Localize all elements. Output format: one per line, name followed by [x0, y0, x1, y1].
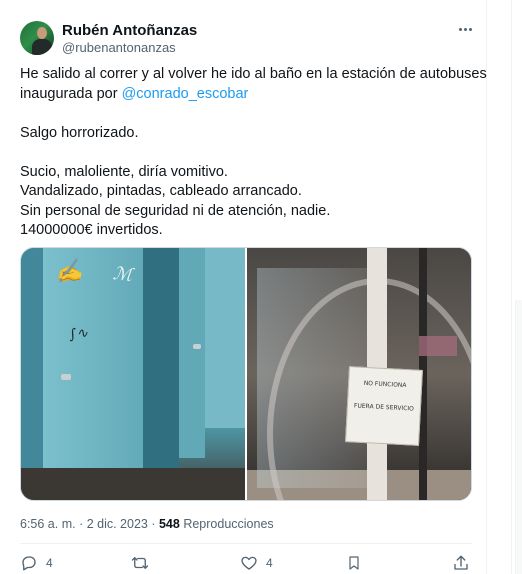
share-button[interactable] [452, 552, 470, 574]
tweet-date[interactable]: 2 dic. 2023 [87, 517, 148, 531]
bookmark-icon [349, 556, 359, 570]
more-dot-icon [458, 27, 462, 31]
author-name[interactable]: Rubén Antoñanzas [62, 22, 197, 40]
divider [20, 543, 472, 544]
media-grid: ✍ ℳ ∫∿ NO FUNCIONA FUERA DE SERVICIO [20, 247, 472, 501]
more-options-button[interactable] [452, 18, 478, 40]
share-icon [454, 555, 468, 570]
graffiti-mark: ℳ [111, 263, 134, 286]
sign-line: FUERA DE SERVICIO [353, 402, 415, 413]
like-count: 4 [266, 556, 273, 570]
revolving-door-photo[interactable]: NO FUNCIONA FUERA DE SERVICIO [247, 248, 471, 500]
tweet-line-prefix: inaugurada por [20, 85, 122, 102]
tweet-line: inaugurada por @conrado_escobar [20, 85, 480, 105]
tweet-time[interactable]: 6:56 a. m. [20, 517, 76, 531]
graffiti-mark: ∫∿ [68, 325, 89, 343]
heart-icon [241, 556, 257, 570]
reply-icon [22, 556, 36, 571]
tweet-card[interactable]: Rubén Antoñanzas @rubenantonanzas He sal… [0, 0, 487, 574]
tweet-line: He salido al correr y al volver he ido a… [20, 66, 487, 82]
meta-separator: · [75, 517, 87, 531]
tweet-text: He salido al correr y al volver he ido a… [20, 65, 487, 241]
retweet-icon [131, 557, 149, 569]
sign-line: NO FUNCIONA [363, 379, 407, 390]
views-count: 548 [158, 517, 180, 531]
avatar-body [32, 39, 52, 55]
reply-button[interactable]: 4 [20, 552, 53, 574]
tweet-line: Vandalizado, pintadas, cableado arrancad… [20, 183, 302, 199]
graffiti-mark: ✍ [53, 258, 85, 287]
avatar-head [37, 27, 47, 39]
meta-separator: · [147, 517, 159, 531]
action-bar: 4 4 [20, 552, 472, 574]
like-button[interactable]: 4 [240, 552, 273, 574]
toilet-stalls-photo[interactable]: ✍ ℳ ∫∿ [21, 248, 245, 500]
tweet-line: Sin personal de seguridad ni de atención… [20, 202, 331, 219]
more-dot-icon [463, 27, 467, 31]
author-handle[interactable]: @rubenantonanzas [62, 40, 176, 56]
mention-link[interactable]: @conrado_escobar [122, 86, 249, 102]
tweet-line: 14000000€ invertidos. [20, 222, 163, 238]
views-label: Reproducciones [179, 517, 274, 531]
tweet-meta: 6:56 a. m. · 2 dic. 2023 · 548 Reproducc… [20, 516, 274, 532]
more-dot-icon [468, 27, 472, 31]
out-of-service-sign: NO FUNCIONA FUERA DE SERVICIO [345, 366, 423, 446]
reply-count: 4 [46, 556, 53, 570]
tweet-line: Salgo horrorizado. [20, 124, 139, 141]
avatar[interactable] [20, 21, 54, 55]
retweet-button[interactable] [130, 552, 150, 574]
bookmark-button[interactable] [346, 552, 362, 574]
right-sidebar-edge [487, 0, 522, 574]
tweet-line: Sucio, maloliente, diría vomitivo. [20, 163, 228, 180]
